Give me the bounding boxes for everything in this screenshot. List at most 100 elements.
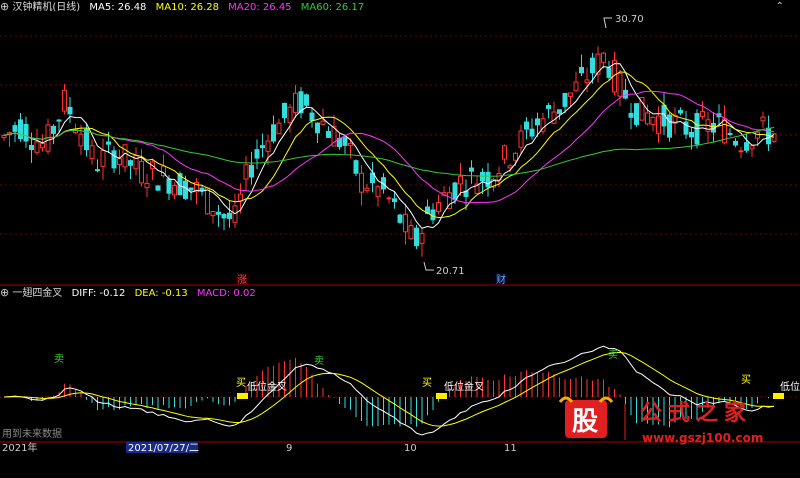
candle-body: [634, 103, 639, 125]
candle-body: [436, 202, 441, 213]
candle-body: [216, 211, 221, 215]
ma60-legend: MA60: 26.17: [300, 2, 365, 13]
diff-legend: DIFF: -0.12: [71, 288, 126, 299]
price-header: ⊕ 汉钟精机(日线) MA5: 26.48 MA10: 26.28 MA20: …: [0, 0, 800, 14]
candle-body: [199, 187, 205, 192]
watermark-url: www.gszj100.com: [642, 431, 763, 445]
candle-body: [656, 115, 661, 134]
badge-zhang[interactable]: 涨: [237, 274, 247, 286]
candle-body: [628, 112, 634, 118]
candle-body: [700, 111, 705, 118]
candle-body: [249, 164, 254, 178]
candle-body: [584, 79, 590, 84]
candle-body: [507, 165, 513, 169]
low-label: 20.71: [436, 266, 465, 277]
candle-body: [172, 185, 177, 196]
watermark-text: 公式之家: [640, 400, 752, 426]
candle-body: [568, 92, 573, 97]
candle-body: [342, 137, 348, 146]
candle-body: [56, 119, 62, 122]
low-cross-label: 低位金叉: [444, 380, 484, 393]
candle-body: [29, 144, 34, 151]
macd-header: ⊕ 一翅四金叉 DIFF: -0.12 DEA: -0.13 MACD: 0.0…: [0, 286, 800, 300]
ma10-legend: MA10: 26.28: [155, 2, 219, 13]
candle-body: [551, 111, 557, 124]
candle-body: [155, 185, 161, 191]
candle-body: [667, 114, 672, 138]
candle-body: [755, 131, 760, 139]
candle-body: [375, 186, 381, 198]
sell-signal: 卖: [608, 349, 618, 361]
candle-body: [23, 123, 29, 142]
candle-body: [12, 125, 18, 132]
candle-body: [364, 187, 370, 192]
candle-body: [480, 172, 485, 182]
high-marker-line: [603, 17, 612, 29]
candle-body: [650, 116, 656, 126]
candle-body: [183, 180, 188, 199]
candle-body: [67, 106, 73, 115]
month-tick: 11: [504, 443, 517, 454]
candle-body: [727, 133, 733, 136]
candle-body: [243, 164, 249, 180]
candle-body: [287, 106, 293, 123]
candle-body: [579, 66, 584, 74]
candle-body: [573, 81, 579, 92]
candle-body: [535, 118, 540, 126]
month-tick: 10: [404, 443, 417, 454]
sell-signal: 卖: [54, 353, 64, 365]
expand-icon[interactable]: ⊕: [0, 0, 9, 13]
candle-body: [227, 212, 232, 219]
candle-body: [95, 169, 100, 172]
candle-body: [34, 141, 40, 153]
candle-body: [502, 145, 507, 160]
candle-body: [419, 233, 425, 244]
candle-body: [733, 140, 738, 146]
buy-signal: 买: [741, 374, 751, 386]
candle-body: [606, 67, 612, 78]
ma20-legend: MA20: 26.45: [228, 2, 292, 13]
year-label: 2021年: [2, 441, 37, 454]
candle-body: [430, 209, 436, 221]
candle-body: [392, 198, 397, 203]
price-panel: 30.70 20.71 涨 财: [0, 14, 800, 286]
candle-body: [397, 214, 403, 223]
candle-body: [738, 150, 744, 153]
logo-char: 股: [572, 407, 598, 437]
candle-body: [469, 167, 474, 172]
candle-body: [353, 160, 359, 174]
candle-body: [210, 211, 216, 216]
candle-body: [386, 197, 392, 200]
collapse-icon[interactable]: ⌃: [776, 0, 784, 14]
buy-marker: [773, 393, 784, 399]
candle-body: [414, 227, 419, 247]
candle-body: [760, 116, 766, 122]
candle-body: [452, 182, 458, 201]
candle-body: [100, 149, 106, 167]
candle-body: [89, 145, 95, 160]
candle-body: [562, 92, 568, 107]
candle-body: [128, 160, 133, 166]
candle-body: [260, 145, 265, 149]
candle-body: [139, 160, 144, 184]
candle-body: [106, 141, 111, 145]
candle-body: [485, 171, 491, 188]
candle-body: [282, 102, 287, 119]
candle-body: [309, 112, 315, 122]
candle-body: [62, 89, 67, 112]
candle-body: [529, 128, 535, 137]
badge-cai[interactable]: 财: [496, 273, 506, 286]
candle-body: [51, 125, 56, 134]
candle-body: [293, 92, 298, 114]
candle-body: [111, 150, 117, 169]
buy-signal: 买: [422, 377, 432, 389]
month-tick: 9: [286, 443, 292, 454]
candle-body: [78, 133, 84, 147]
candle-body: [403, 213, 408, 233]
cursor-date[interactable]: 2021/07/27/二: [128, 443, 199, 454]
candle-body: [18, 119, 23, 140]
candle-body: [117, 158, 122, 165]
stock-chart[interactable]: 30.70 20.71 涨 财 卖 卖 卖 买 低位金叉 买 低位金叉 买 低位…: [0, 0, 800, 478]
candle-body: [238, 193, 243, 202]
expand-icon[interactable]: ⊕: [0, 286, 9, 299]
